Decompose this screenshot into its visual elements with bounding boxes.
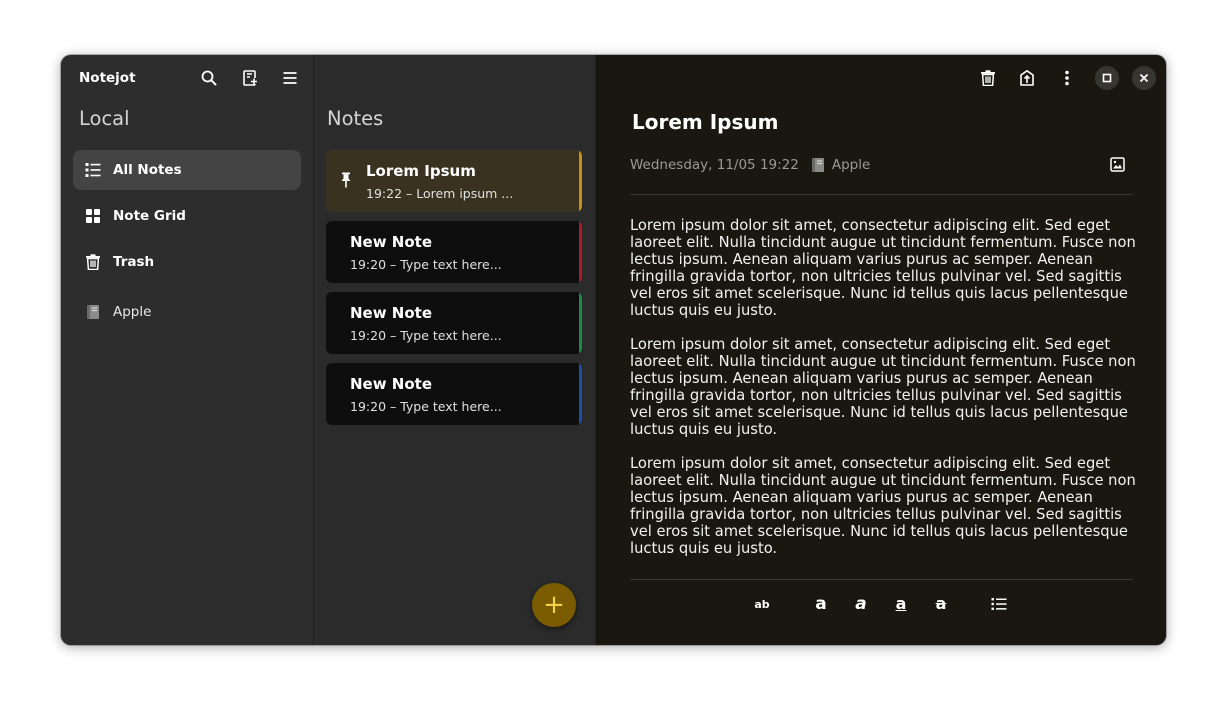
- maximize-button[interactable]: [1095, 66, 1119, 90]
- more-vertical-icon: [1065, 70, 1069, 86]
- note-body[interactable]: Lorem ipsum dolor sit amet, consectetur …: [630, 217, 1136, 574]
- italic-icon: a: [855, 594, 867, 614]
- app-title: Notejot: [79, 70, 136, 86]
- list-icon: [85, 162, 101, 178]
- format-list-button[interactable]: [988, 593, 1010, 615]
- note-paragraph: Lorem ipsum dolor sit amet, consectetur …: [630, 336, 1136, 438]
- note-title[interactable]: Lorem Ipsum: [632, 110, 778, 134]
- maximize-icon: [1102, 73, 1112, 83]
- note-card-subtitle: 19:20 – Type text here...: [350, 328, 502, 343]
- delete-note-button[interactable]: [976, 66, 1000, 90]
- note-color-stripe: [579, 150, 582, 212]
- sidebar-item-label: All Notes: [113, 162, 182, 178]
- export-icon: [1020, 70, 1034, 86]
- search-button[interactable]: [197, 66, 221, 90]
- note-color-stripe: [579, 292, 582, 354]
- section-title-local: Local: [79, 107, 130, 130]
- sidebar-header: Notejot: [61, 55, 313, 101]
- bold-icon: a: [815, 594, 827, 614]
- more-options-button[interactable]: [1055, 66, 1079, 90]
- note-card-subtitle: 19:22 – Lorem ipsum ...: [366, 186, 514, 201]
- hamburger-menu-icon: [283, 72, 297, 84]
- note-card[interactable]: Lorem Ipsum 19:22 – Lorem ipsum ...: [326, 150, 582, 212]
- note-card[interactable]: New Note 19:20 – Type text here...: [326, 363, 582, 425]
- new-notebook-button[interactable]: [238, 66, 262, 90]
- image-icon: [1109, 156, 1125, 172]
- sidebar-item-label: Note Grid: [113, 208, 186, 224]
- note-paragraph: Lorem ipsum dolor sit amet, consectetur …: [630, 455, 1136, 557]
- format-underline-button[interactable]: a: [890, 593, 912, 615]
- note-card[interactable]: New Note 19:20 – Type text here...: [326, 221, 582, 283]
- trash-icon: [85, 254, 101, 270]
- note-card-title: New Note: [350, 375, 433, 393]
- format-strikethrough-button[interactable]: a: [930, 593, 952, 615]
- sidebar-item-trash[interactable]: Trash: [73, 242, 301, 282]
- note-list-title: Notes: [327, 107, 384, 130]
- notebook-add-icon: [243, 70, 257, 86]
- note-list-pane: Notes Lorem Ipsum 19:22 – Lorem ipsum ..…: [314, 55, 596, 645]
- note-color-stripe: [579, 363, 582, 425]
- plus-icon: +: [543, 590, 565, 620]
- sidebar-item-note-grid[interactable]: Note Grid: [73, 196, 301, 236]
- format-bold-button[interactable]: a: [810, 593, 832, 615]
- format-italic-button[interactable]: a: [850, 593, 872, 615]
- notebook-icon: [811, 157, 825, 173]
- note-card-subtitle: 19:20 – Type text here...: [350, 399, 502, 414]
- note-editor: Lorem Ipsum Wednesday, 11/05 19:22 Apple: [596, 55, 1166, 645]
- app-window: Notejot Local All Notes Note Grid Trash …: [61, 55, 1166, 645]
- main-menu-button[interactable]: [278, 66, 302, 90]
- add-note-button[interactable]: +: [532, 583, 576, 627]
- sidebar-item-notebook-apple[interactable]: Apple: [73, 292, 301, 332]
- close-button[interactable]: [1132, 66, 1156, 90]
- note-card[interactable]: New Note 19:20 – Type text here...: [326, 292, 582, 354]
- notebook-label: Apple: [113, 304, 152, 320]
- normal-text-icon: ab: [754, 597, 770, 611]
- note-card-title: New Note: [350, 304, 433, 322]
- sidebar-nav: All Notes Note Grid Trash Apple: [73, 150, 301, 338]
- notebook-icon: [85, 304, 101, 320]
- underline-icon: a: [895, 594, 907, 613]
- note-card-title: New Note: [350, 233, 433, 251]
- grid-icon: [85, 208, 101, 224]
- bullet-list-icon: [991, 598, 1007, 610]
- sidebar-item-all-notes[interactable]: All Notes: [73, 150, 301, 190]
- trash-icon: [981, 70, 995, 86]
- export-note-button[interactable]: [1015, 66, 1039, 90]
- note-meta: Wednesday, 11/05 19:22 Apple: [630, 157, 870, 173]
- note-card-subtitle: 19:20 – Type text here...: [350, 257, 502, 272]
- format-normal-button[interactable]: ab: [751, 593, 773, 615]
- note-notebook-label[interactable]: Apple: [832, 157, 870, 173]
- note-color-stripe: [579, 221, 582, 283]
- sidebar-item-label: Trash: [113, 254, 155, 270]
- note-date: Wednesday, 11/05 19:22: [630, 157, 799, 173]
- pin-icon: [339, 172, 353, 192]
- close-icon: [1139, 73, 1149, 83]
- top-divider: [630, 194, 1133, 195]
- search-icon: [201, 70, 217, 86]
- note-cards: Lorem Ipsum 19:22 – Lorem ipsum ... New …: [326, 150, 582, 434]
- strikethrough-icon: a: [935, 594, 947, 613]
- note-card-title: Lorem Ipsum: [366, 162, 476, 180]
- sidebar: Notejot Local All Notes Note Grid Trash …: [61, 55, 314, 645]
- note-paragraph: Lorem ipsum dolor sit amet, consectetur …: [630, 217, 1136, 319]
- bottom-divider: [630, 579, 1133, 580]
- insert-image-button[interactable]: [1106, 153, 1128, 175]
